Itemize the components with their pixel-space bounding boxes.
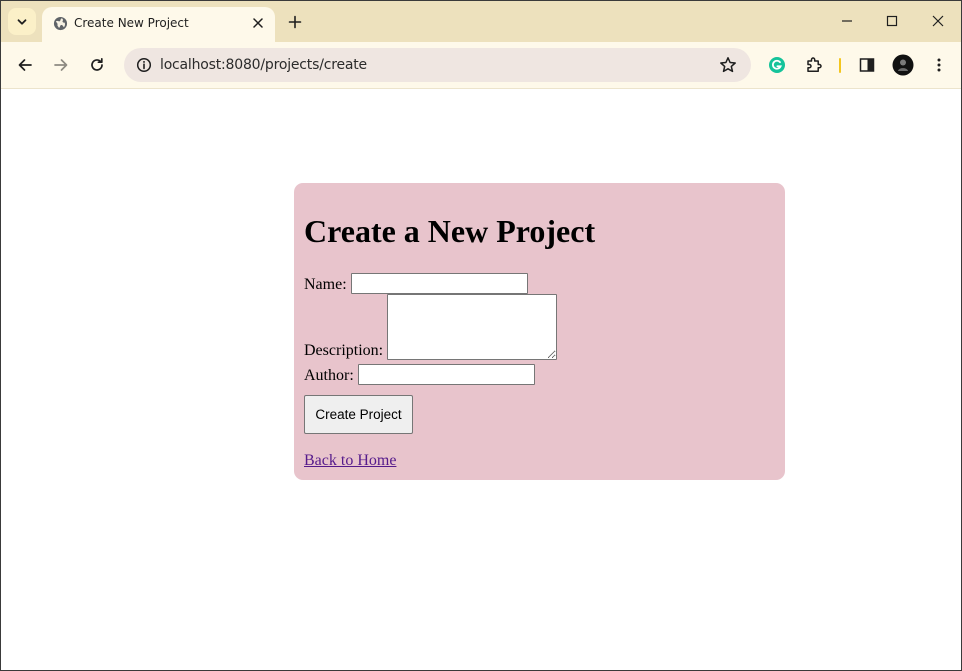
name-row: Name:: [304, 273, 528, 294]
maximize-button[interactable]: [870, 5, 914, 37]
description-textarea[interactable]: [387, 294, 558, 360]
menu-button[interactable]: [926, 52, 952, 78]
url-text[interactable]: localhost:8080/projects/create: [160, 57, 367, 73]
reload-button[interactable]: [84, 52, 110, 78]
back-button[interactable]: [12, 52, 38, 78]
address-bar[interactable]: localhost:8080/projects/create: [124, 48, 751, 82]
browser-window: Create New Project localhost:8080/projec…: [0, 0, 962, 671]
back-to-home-link[interactable]: Back to Home: [304, 452, 396, 470]
author-row: Author:: [304, 364, 535, 385]
reload-icon: [91, 57, 103, 71]
minimize-icon: [842, 20, 852, 22]
grammarly-icon: [769, 57, 785, 73]
maximize-icon: [886, 15, 898, 27]
star-icon: [720, 57, 736, 73]
tab-close-button[interactable]: [249, 14, 267, 32]
description-row: Description:: [304, 294, 558, 360]
new-tab-button[interactable]: [284, 11, 306, 33]
page-title: Create a New Project: [304, 213, 596, 249]
browser-toolbar: localhost:8080/projects/create: [1, 42, 961, 89]
site-info-button[interactable]: [132, 53, 156, 77]
chevron-down-icon: [17, 18, 27, 25]
arrow-right-icon: [54, 59, 68, 71]
more-vert-icon: [937, 58, 941, 72]
name-label: Name:: [304, 276, 347, 293]
create-project-button[interactable]: Create Project: [304, 395, 413, 434]
page-viewport: Create a New Project Name: Description: …: [1, 89, 961, 670]
tab-strip: Create New Project: [1, 1, 961, 42]
forward-button[interactable]: [48, 52, 74, 78]
close-window-button[interactable]: [916, 5, 960, 37]
tab-search-button[interactable]: [8, 8, 36, 35]
grammarly-extension-button[interactable]: [764, 52, 790, 78]
close-icon: [932, 15, 944, 27]
plus-icon: [288, 15, 302, 29]
tab-title: Create New Project: [74, 16, 189, 30]
profile-avatar-button[interactable]: [890, 52, 916, 78]
close-icon: [253, 18, 263, 28]
arrow-left-icon: [18, 59, 32, 71]
author-label: Author:: [304, 367, 354, 384]
description-label: Description:: [304, 342, 384, 359]
author-input[interactable]: [357, 364, 535, 385]
create-project-card: Create a New Project Name: Description: …: [294, 183, 785, 480]
extensions-button[interactable]: [801, 52, 827, 78]
bookmark-button[interactable]: [717, 54, 739, 76]
toolbar-divider: [839, 58, 841, 73]
puzzle-icon: [807, 57, 822, 72]
side-panel-button[interactable]: [854, 52, 880, 78]
avatar: [892, 54, 914, 76]
side-panel-icon: [859, 58, 875, 72]
info-icon: [136, 57, 152, 73]
tab-active[interactable]: Create New Project: [42, 7, 275, 42]
globe-icon: [53, 16, 68, 31]
minimize-button[interactable]: [825, 5, 869, 37]
name-input[interactable]: [350, 273, 528, 294]
